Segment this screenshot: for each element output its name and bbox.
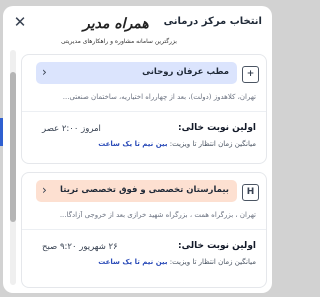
center-card-header: H بیمارستان تخصصی و فوق تخصصی تریتا ‹ [22, 173, 266, 230]
close-icon[interactable]: ✕ [12, 14, 28, 30]
average-wait-time: میانگین زمان انتظار تا ویزیت: بین نیم تا… [30, 140, 256, 148]
first-available-slot: اولین نوبت خالی: امروز ۲:۰۰ عصر [30, 123, 256, 137]
select-medical-center-dialog: انتخاب مرکز درمانی ✕ همراه مدیر بزرگترین… [3, 6, 272, 293]
watermark-title: همراه مدیر [83, 16, 149, 32]
center-name-pill[interactable]: مطب عرفان روحانی ‹ [36, 62, 237, 84]
center-address: تهران ، بزرگراه همت ، بزرگراه شهید خرازی… [59, 211, 256, 219]
first-available-slot: اولین نوبت خالی: ۲۶ شهریور ۹:۲۰ صبح [30, 241, 256, 255]
first-slot-label: اولین نوبت خالی: [178, 241, 256, 251]
center-name: بیمارستان تخصصی و فوق تخصصی تریتا [60, 185, 229, 195]
first-slot-value: امروز ۲:۰۰ عصر [42, 124, 101, 134]
hospital-h-icon: H [242, 184, 259, 201]
watermark-logo: همراه مدیر بزرگترین سامانه مشاوره و راهک… [61, 16, 179, 52]
chevron-left-icon: ‹ [42, 183, 47, 197]
wait-time-label: میانگین زمان انتظار تا ویزیت: [169, 140, 256, 148]
wait-time-value: بین نیم تا یک ساعت [98, 258, 168, 266]
scrollbar-thumb[interactable] [10, 72, 16, 222]
center-card-erfan-rohani[interactable]: + مطب عرفان روحانی ‹ تهران، کلاهدوز (دول… [21, 54, 267, 164]
average-wait-time: میانگین زمان انتظار تا ویزیت: بین نیم تا… [30, 258, 256, 266]
center-card-header: + مطب عرفان روحانی ‹ [22, 55, 266, 112]
scrollbar-track[interactable] [10, 50, 16, 285]
center-card-trita-hospital[interactable]: H بیمارستان تخصصی و فوق تخصصی تریتا ‹ ته… [21, 172, 267, 288]
clinic-plus-icon: + [242, 66, 259, 83]
center-name: مطب عرفان روحانی [142, 67, 229, 77]
watermark-subtitle: بزرگترین سامانه مشاوره و راهکارهای مدیری… [61, 38, 177, 45]
first-slot-label: اولین نوبت خالی: [178, 123, 256, 133]
wait-time-label: میانگین زمان انتظار تا ویزیت: [169, 258, 256, 266]
center-address: تهران، کلاهدوز (دولت)، بعد از چهارراه اخ… [62, 93, 256, 101]
center-name-pill[interactable]: بیمارستان تخصصی و فوق تخصصی تریتا ‹ [36, 180, 237, 202]
first-slot-value: ۲۶ شهریور ۹:۲۰ صبح [42, 242, 118, 252]
wait-time-value: بین نیم تا یک ساعت [98, 140, 168, 148]
chevron-left-icon: ‹ [42, 65, 47, 79]
